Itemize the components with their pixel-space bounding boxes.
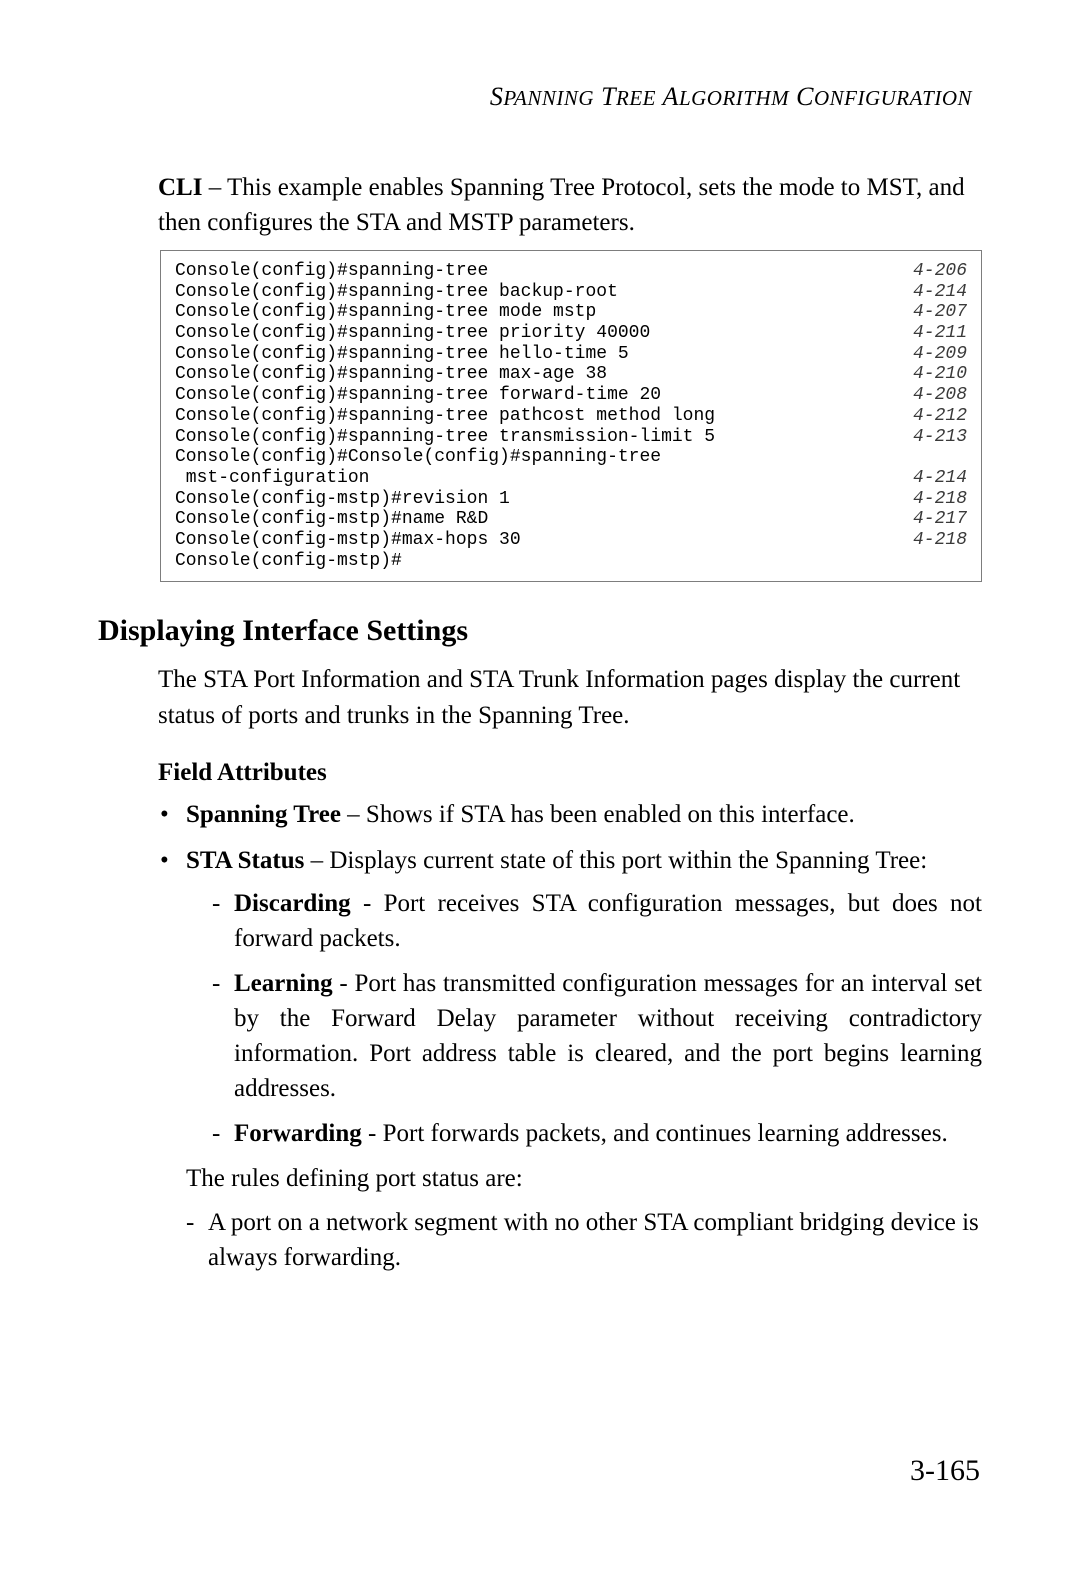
cli-code-block: Console(config)#spanning-tree4-206Consol… [160, 250, 982, 582]
cli-reference: 4-218 [913, 489, 967, 510]
attr-term: Spanning Tree [186, 801, 341, 828]
cli-reference: 4-217 [913, 509, 967, 530]
cli-line: Console(config-mstp)# [175, 551, 967, 572]
status-sublist: Discarding - Port receives STA configura… [212, 886, 982, 1151]
attr-term: STA Status [186, 847, 304, 874]
cli-line: Console(config)#spanning-tree forward-ti… [175, 385, 967, 406]
cli-line: Console(config-mstp)#max-hops 30 4-218 [175, 530, 967, 551]
cli-intro-text: – This example enables Spanning Tree Pro… [158, 174, 965, 236]
cli-command: Console(config-mstp)#max-hops 30 [175, 530, 521, 551]
section-heading: Displaying Interface Settings [98, 614, 982, 648]
cli-command: Console(config)#spanning-tree hello-time… [175, 344, 629, 365]
field-attributes-list: Spanning Tree – Shows if STA has been en… [158, 797, 982, 1151]
cli-reference: 4-218 [913, 530, 967, 551]
cli-command: Console(config)#spanning-tree pathcost m… [175, 406, 715, 427]
status-desc: - Port has transmitted configuration mes… [234, 970, 982, 1102]
status-term: Discarding [234, 890, 351, 917]
list-item: Discarding - Port receives STA configura… [212, 886, 982, 956]
cli-line: Console(config-mstp)#revision 1 4-218 [175, 489, 967, 510]
cli-line: Console(config)#spanning-tree mode mstp 4… [175, 302, 967, 323]
cli-command: Console(config)#spanning-tree mode mstp [175, 302, 596, 323]
cli-command: Console(config-mstp)#name R&D [175, 509, 488, 530]
cli-reference: 4-214 [913, 282, 967, 303]
cli-line: Console(config-mstp)#name R&D 4-217 [175, 509, 967, 530]
cli-reference: 4-214 [913, 468, 967, 489]
running-header: SPANNING TREE ALGORITHM CONFIGURATION [98, 82, 972, 112]
cli-command: Console(config)#spanning-tree transmissi… [175, 427, 715, 448]
cli-reference: 4-210 [913, 364, 967, 385]
cli-reference: 4-212 [913, 406, 967, 427]
attr-desc: – Shows if STA has been enabled on this … [341, 801, 855, 828]
cli-line: Console(config)#spanning-tree priority 4… [175, 323, 967, 344]
cli-line: Console(config)#spanning-tree transmissi… [175, 427, 967, 448]
cli-reference: 4-208 [913, 385, 967, 406]
cli-command: Console(config)#Console(config)#spanning… [175, 447, 661, 468]
list-item: Learning - Port has transmitted configur… [212, 966, 982, 1106]
cli-reference: 4-206 [913, 261, 967, 282]
cli-line: Console(config)#spanning-tree pathcost m… [175, 406, 967, 427]
cli-reference: 4-211 [913, 323, 967, 344]
status-desc: - Port forwards packets, and continues l… [362, 1120, 948, 1147]
cli-command: Console(config)#spanning-tree priority 4… [175, 323, 650, 344]
page-number: 3-165 [910, 1454, 980, 1488]
status-term: Learning [234, 970, 333, 997]
cli-command: Console(config)#spanning-tree forward-ti… [175, 385, 661, 406]
cli-line: mst-configuration 4-214 [175, 468, 967, 489]
cli-reference: 4-209 [913, 344, 967, 365]
cli-intro-paragraph: CLI – This example enables Spanning Tree… [158, 170, 982, 240]
cli-command: Console(config)#spanning-tree [175, 261, 488, 282]
cli-line: Console(config)#spanning-tree max-age 38… [175, 364, 967, 385]
attr-desc: – Displays current state of this port wi… [304, 847, 927, 874]
section-intro-paragraph: The STA Port Information and STA Trunk I… [158, 662, 982, 733]
list-item: STA Status – Displays current state of t… [158, 843, 982, 1152]
status-term: Forwarding [234, 1120, 362, 1147]
rules-intro: The rules defining port status are: [186, 1161, 982, 1197]
cli-line: Console(config)#Console(config)#spanning… [175, 447, 967, 468]
list-item: Forwarding - Port forwards packets, and … [212, 1116, 982, 1151]
list-item: Spanning Tree – Shows if STA has been en… [158, 797, 982, 833]
cli-line: Console(config)#spanning-tree 4-206 [175, 261, 967, 282]
cli-command: Console(config)#spanning-tree max-age 38 [175, 364, 607, 385]
cli-command: Console(config-mstp)# [175, 551, 402, 572]
cli-label: CLI [158, 174, 202, 201]
list-item: A port on a network segment with no othe… [186, 1205, 982, 1276]
cli-reference: 4-213 [913, 427, 967, 448]
cli-command: mst-configuration [175, 468, 369, 489]
cli-command: Console(config-mstp)#revision 1 [175, 489, 510, 510]
cli-line: Console(config)#spanning-tree backup-roo… [175, 282, 967, 303]
cli-command: Console(config)#spanning-tree backup-roo… [175, 282, 618, 303]
rules-list: A port on a network segment with no othe… [186, 1205, 982, 1276]
cli-reference: 4-207 [913, 302, 967, 323]
cli-line: Console(config)#spanning-tree hello-time… [175, 344, 967, 365]
field-attributes-heading: Field Attributes [158, 759, 982, 787]
